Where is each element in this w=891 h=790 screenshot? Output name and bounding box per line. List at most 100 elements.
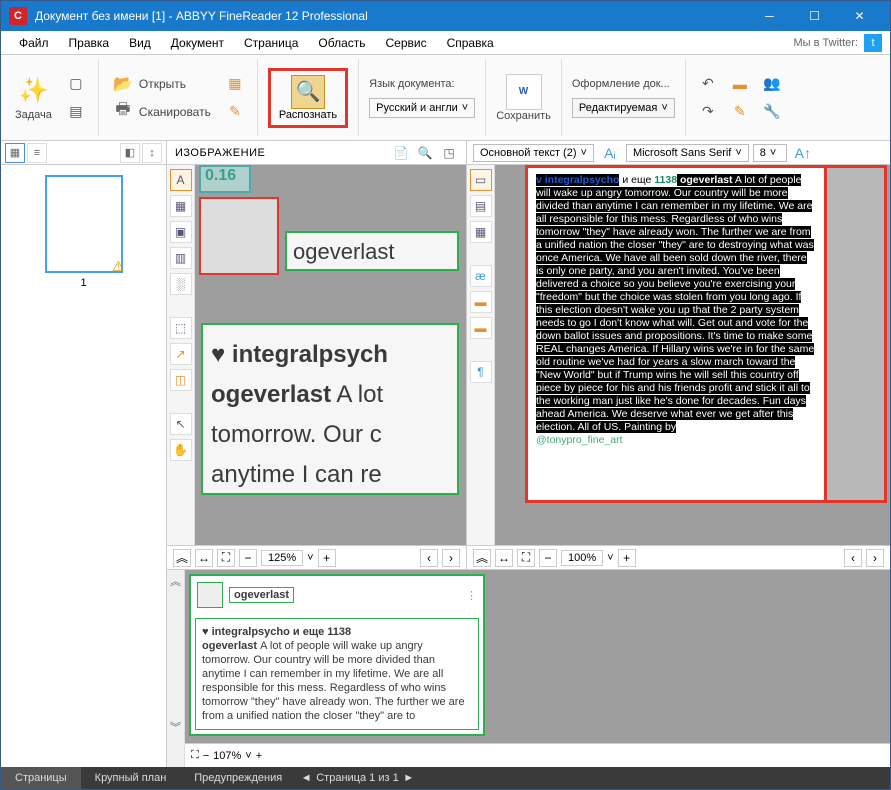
status-pages-tab[interactable]: Страницы (1, 767, 81, 789)
zoom-in-button[interactable]: + (618, 549, 636, 567)
thumb-tool-a[interactable]: ◧ (120, 143, 140, 163)
text-tool-c[interactable]: ▦ (470, 221, 492, 243)
close-button[interactable]: ✕ (837, 1, 882, 31)
zoom-value[interactable]: 100% (561, 550, 603, 566)
hand-tool[interactable]: ✋ (170, 439, 192, 461)
thumb-grid-button[interactable]: ▦ (5, 143, 25, 163)
font-size-select[interactable]: 8˅ (753, 144, 787, 162)
closeup-zone[interactable]: ogeverlast ⋮ ♥ integralpsycho и еще 1138… (189, 574, 485, 736)
scan-button[interactable]: 🖶Сканировать (109, 100, 215, 124)
design-select[interactable]: Редактируемая˅ (572, 98, 675, 118)
pen-button[interactable]: ✎ (728, 100, 752, 124)
menu-help[interactable]: Справка (437, 36, 504, 50)
minimize-button[interactable]: ─ (747, 1, 792, 31)
menu-edit[interactable]: Правка (59, 36, 120, 50)
image-read-button[interactable]: 📄 (392, 144, 410, 162)
scroll-right-icon[interactable]: › (442, 549, 460, 567)
menu-area[interactable]: Область (308, 36, 375, 50)
chevron-down-icon[interactable]: ˅ (607, 552, 613, 564)
status-closeup-tab[interactable]: Крупный план (81, 767, 181, 789)
menu-view[interactable]: Вид (119, 36, 161, 50)
people-button[interactable]: 👥 (760, 72, 784, 96)
area-picture-tool[interactable]: ▣ (170, 221, 192, 243)
page-prev-button[interactable]: ◄ (296, 772, 316, 784)
fit-button[interactable]: ⛶ (191, 749, 199, 762)
task-button[interactable]: ✨ Задача (11, 71, 56, 125)
twitter-icon[interactable]: t (864, 34, 882, 52)
zoom-in-button[interactable]: + (256, 750, 262, 762)
open-doc-button[interactable]: ▤ (64, 100, 88, 124)
eraser-tool[interactable]: ◫ (170, 369, 192, 391)
image-canvas[interactable]: 0.16 ogeverlast ♥ integralpsych ogeverla… (195, 165, 466, 545)
undo-button[interactable]: ↶ (696, 72, 720, 96)
save-button[interactable]: W Сохранить (496, 74, 551, 122)
zone-badge[interactable]: 0.16 (199, 165, 251, 193)
maximize-button[interactable]: ☐ (792, 1, 837, 31)
page-next-button[interactable]: ► (399, 772, 419, 784)
redo-button[interactable]: ↷ (696, 100, 720, 124)
pointer-tool[interactable]: ↖ (170, 413, 192, 435)
settings-button[interactable]: 🔧 (760, 100, 784, 124)
text-tool-a[interactable]: ▭ (470, 169, 492, 191)
zoom-out-button[interactable]: − (539, 549, 557, 567)
new-doc-button[interactable]: ▢ (64, 72, 88, 96)
image-props-button[interactable]: ◳ (440, 144, 458, 162)
thumb-tool-b[interactable]: ↕ (142, 143, 162, 163)
zoom-out-button[interactable]: − (203, 750, 209, 762)
text-tool-b[interactable]: ▤ (470, 195, 492, 217)
highlight-button[interactable]: ▬ (728, 72, 752, 96)
text-tool-e[interactable]: ▬ (470, 291, 492, 313)
open-button[interactable]: 📂Открыть (109, 72, 215, 96)
zone-image[interactable] (199, 197, 279, 275)
fit-width-button[interactable]: ↔ (495, 549, 513, 567)
fit-page-button[interactable]: ⛶ (517, 549, 535, 567)
area-table-tool[interactable]: ▦ (170, 195, 192, 217)
scroll-right-icon[interactable]: › (866, 549, 884, 567)
text-tool-d[interactable]: æ (470, 265, 492, 287)
language-label: Язык документа: (369, 78, 454, 90)
closeup-vscroll[interactable]: ︽︾ (167, 570, 185, 767)
collapse-up-icon[interactable]: ︽ (173, 549, 191, 567)
zone-username[interactable]: ogeverlast (285, 231, 459, 271)
grow-font-button[interactable]: A↑ (791, 141, 815, 165)
zoom-value[interactable]: 125% (261, 550, 303, 566)
area-background-tool[interactable]: ░ (170, 273, 192, 295)
area-text-tool[interactable]: A (170, 169, 192, 191)
collapse-up-icon[interactable]: ︽ (473, 549, 491, 567)
area-select-tool[interactable]: ⬚ (170, 317, 192, 339)
text-canvas[interactable]: v integralpsycho и еще 1138 ogeverlast A… (495, 165, 890, 545)
status-warnings-tab[interactable]: Предупреждения (180, 767, 296, 789)
area-barcode-tool[interactable]: ▥ (170, 247, 192, 269)
chevron-down-icon[interactable]: ˅ (245, 750, 251, 762)
closeup-canvas[interactable]: ogeverlast ⋮ ♥ integralpsycho и еще 1138… (185, 570, 890, 743)
page-thumbnail[interactable]: 1 (44, 175, 124, 757)
scroll-left-icon[interactable]: ‹ (420, 549, 438, 567)
area-order-tool[interactable]: ↗ (170, 343, 192, 365)
style-brush-button[interactable]: Aᵢ (598, 141, 622, 165)
font-select[interactable]: Microsoft Sans Serif˅ (626, 144, 749, 162)
pages-panel: ▦ ≡ ◧ ↕ 1 (1, 141, 167, 767)
menu-service[interactable]: Сервис (376, 36, 437, 50)
menu-page[interactable]: Страница (234, 36, 308, 50)
thumb-list-button[interactable]: ≡ (27, 143, 47, 163)
zoom-value[interactable]: 107% (213, 750, 241, 762)
zone-body[interactable]: ♥ integralpsych ogeverlast A lot tomorro… (201, 323, 459, 495)
scroll-left-icon[interactable]: ‹ (844, 549, 862, 567)
language-select[interactable]: Русский и англи˅ (369, 98, 475, 118)
tool-a-button[interactable]: ▦ (223, 72, 247, 96)
more-icon[interactable]: ⋮ (466, 589, 477, 602)
text-tool-g[interactable]: ¶ (470, 361, 492, 383)
menu-file[interactable]: Файл (9, 36, 59, 50)
text-tool-f[interactable]: ▬ (470, 317, 492, 339)
menu-document[interactable]: Документ (161, 36, 234, 50)
fit-width-button[interactable]: ↔ (195, 549, 213, 567)
recognize-button[interactable]: 🔍 Распознать (268, 68, 348, 128)
text-page[interactable]: v integralpsycho и еще 1138 ogeverlast A… (525, 165, 827, 503)
zoom-in-button[interactable]: + (318, 549, 336, 567)
fit-page-button[interactable]: ⛶ (217, 549, 235, 567)
chevron-down-icon[interactable]: ˅ (307, 552, 313, 564)
tool-b-button[interactable]: ✎ (223, 100, 247, 124)
image-analyze-button[interactable]: 🔍 (416, 144, 434, 162)
style-select[interactable]: Основной текст (2)˅ (473, 144, 594, 162)
zoom-out-button[interactable]: − (239, 549, 257, 567)
